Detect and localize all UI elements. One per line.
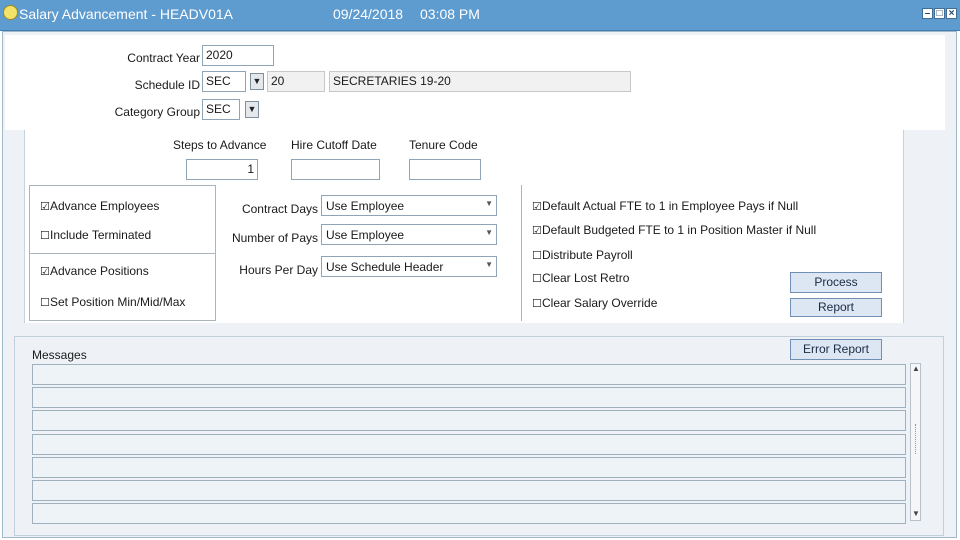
include-terminated-label: Include Terminated	[50, 228, 152, 242]
schedule-id-label: Schedule ID	[134, 78, 200, 92]
error-report-button[interactable]: Error Report	[790, 339, 882, 360]
default-actual-fte-check-icon: ☑	[532, 201, 542, 213]
messages-label: Messages	[32, 348, 87, 362]
options-divider	[29, 253, 216, 254]
include-terminated-checkbox[interactable]: ☐Include Terminated	[40, 228, 151, 242]
number-of-pays-value: Use Employee	[326, 228, 405, 242]
advance-employees-checkbox[interactable]: ☑Advance Employees	[40, 199, 159, 213]
chevron-down-icon: ▼	[485, 199, 493, 208]
minimize-icon[interactable]: –	[922, 8, 933, 19]
title-bar: Salary Advancement - HEADV01A 09/24/2018…	[0, 0, 960, 31]
category-group-field[interactable]: SEC	[202, 99, 240, 120]
schedule-description-field: SECRETARIES 19-20	[329, 71, 631, 92]
set-position-minmidmax-checkbox[interactable]: ☐Set Position Min/Mid/Max	[40, 295, 185, 309]
window-time: 03:08 PM	[420, 6, 480, 22]
steps-to-advance-field[interactable]: 1	[186, 159, 258, 180]
message-row[interactable]	[32, 364, 906, 385]
advance-positions-check-icon: ☑	[40, 266, 50, 278]
contract-days-label: Contract Days	[241, 202, 318, 216]
contract-year-label: Contract Year	[127, 51, 200, 65]
number-of-pays-select[interactable]: Use Employee ▼	[321, 224, 497, 245]
distribute-payroll-checkbox[interactable]: ☐Distribute Payroll	[532, 248, 633, 262]
schedule-number-field: 20	[267, 71, 325, 92]
clear-lost-retro-label: Clear Lost Retro	[542, 271, 630, 285]
contract-days-select[interactable]: Use Employee ▼	[321, 195, 497, 216]
chevron-down-icon: ▼	[485, 228, 493, 237]
default-budgeted-fte-checkbox[interactable]: ☑Default Budgeted FTE to 1 in Position M…	[532, 223, 816, 237]
message-row[interactable]	[32, 480, 906, 501]
message-row[interactable]	[32, 434, 906, 455]
advance-positions-label: Advance Positions	[50, 264, 149, 278]
message-row[interactable]	[32, 410, 906, 431]
window-date: 09/24/2018	[333, 6, 404, 22]
message-row[interactable]	[32, 387, 906, 408]
maximize-icon[interactable]: □	[934, 8, 945, 19]
hours-per-day-select[interactable]: Use Schedule Header ▼	[321, 256, 497, 277]
contract-year-field[interactable]: 2020	[202, 45, 274, 66]
schedule-id-lov-icon[interactable]: ▼	[250, 73, 264, 90]
process-button[interactable]: Process	[790, 272, 882, 293]
set-position-minmidmax-check-icon: ☐	[40, 297, 50, 309]
contract-days-value: Use Employee	[326, 199, 405, 213]
number-of-pays-label: Number of Pays	[231, 231, 318, 245]
clear-lost-retro-check-icon: ☐	[532, 273, 542, 285]
tenure-code-field[interactable]	[409, 159, 481, 180]
window-title: Salary Advancement - HEADV01A	[19, 6, 233, 22]
advance-employees-check-icon: ☑	[40, 201, 50, 213]
hire-cutoff-date-label: Hire Cutoff Date	[291, 138, 377, 152]
distribute-payroll-check-icon: ☐	[532, 250, 542, 262]
default-actual-fte-checkbox[interactable]: ☑Default Actual FTE to 1 in Employee Pay…	[532, 199, 798, 213]
advance-employees-label: Advance Employees	[50, 199, 160, 213]
tenure-code-label: Tenure Code	[409, 138, 478, 152]
distribute-payroll-label: Distribute Payroll	[542, 248, 633, 262]
messages-scrollbar[interactable]: ▲ ▼	[910, 363, 921, 521]
default-budgeted-fte-label: Default Budgeted FTE to 1 in Position Ma…	[542, 223, 817, 237]
clear-salary-override-checkbox[interactable]: ☐Clear Salary Override	[532, 296, 657, 310]
set-position-minmidmax-label: Set Position Min/Mid/Max	[50, 295, 186, 309]
default-actual-fte-label: Default Actual FTE to 1 in Employee Pays…	[542, 199, 799, 213]
hire-cutoff-date-field[interactable]	[291, 159, 380, 180]
clear-salary-override-label: Clear Salary Override	[542, 296, 658, 310]
scroll-up-icon[interactable]: ▲	[912, 364, 920, 373]
category-group-lov-icon[interactable]: ▼	[245, 101, 259, 118]
clear-salary-override-check-icon: ☐	[532, 298, 542, 310]
message-row[interactable]	[32, 503, 906, 524]
chevron-down-icon: ▼	[485, 260, 493, 269]
report-button[interactable]: Report	[790, 298, 882, 317]
app-logo-icon	[3, 5, 18, 20]
advance-positions-checkbox[interactable]: ☑Advance Positions	[40, 264, 149, 278]
hours-per-day-label: Hours Per Day	[239, 263, 318, 277]
message-row[interactable]	[32, 457, 906, 478]
include-terminated-check-icon: ☐	[40, 230, 50, 242]
scroll-down-icon[interactable]: ▼	[912, 509, 920, 518]
default-budgeted-fte-check-icon: ☑	[532, 225, 542, 237]
clear-lost-retro-checkbox[interactable]: ☐Clear Lost Retro	[532, 271, 629, 285]
scroll-thumb[interactable]	[915, 424, 918, 454]
close-icon[interactable]: ×	[946, 8, 957, 19]
category-group-label: Category Group	[114, 105, 200, 119]
right-options-border	[521, 185, 522, 321]
schedule-id-field[interactable]: SEC	[202, 71, 246, 92]
hours-per-day-value: Use Schedule Header	[326, 260, 444, 274]
steps-to-advance-label: Steps to Advance	[173, 138, 267, 152]
